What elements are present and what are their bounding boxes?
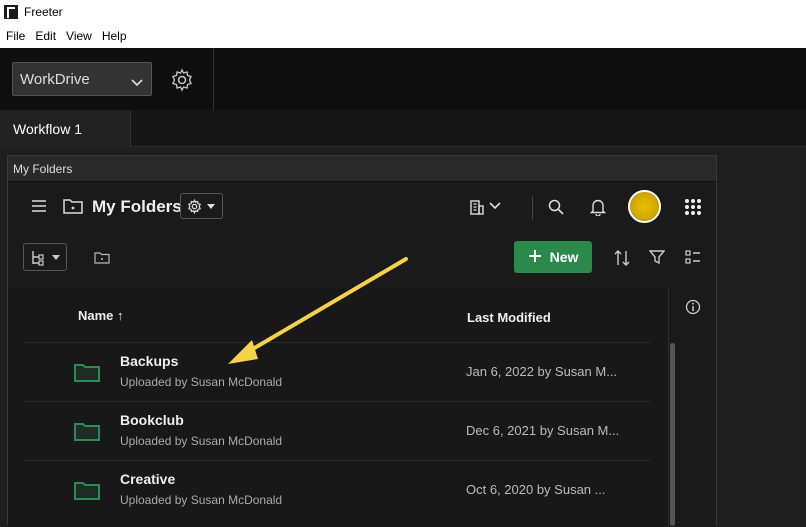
folder-icon bbox=[74, 362, 100, 387]
workspace-select-value: WorkDrive bbox=[20, 70, 90, 88]
filter-icon[interactable] bbox=[649, 249, 665, 265]
menu-help[interactable]: Help bbox=[102, 29, 127, 43]
folder-name[interactable]: Backups bbox=[120, 353, 178, 369]
folder-toolbar: New bbox=[8, 233, 716, 287]
scrollbar[interactable] bbox=[670, 343, 675, 526]
gear-icon[interactable] bbox=[170, 68, 194, 97]
folder-modified: Jan 6, 2022 by Susan M... bbox=[466, 364, 618, 379]
window-title: Freeter bbox=[24, 5, 63, 19]
new-button-label: New bbox=[549, 249, 579, 265]
folder-subtitle: Uploaded by Susan McDonald bbox=[120, 434, 283, 448]
table-row[interactable]: Backups Uploaded by Susan McDonald Jan 6… bbox=[25, 342, 650, 401]
list-settings-icon[interactable] bbox=[685, 249, 701, 265]
folder-modified: Oct 6, 2020 by Susan ... bbox=[466, 482, 606, 497]
workspace-select[interactable]: WorkDrive bbox=[12, 62, 152, 96]
tree-view-button[interactable] bbox=[23, 243, 67, 271]
tab-workflow-1[interactable]: Workflow 1 bbox=[0, 110, 131, 147]
gear-icon bbox=[187, 199, 202, 214]
workspace-bar: WorkDrive bbox=[0, 48, 806, 110]
folder-name[interactable]: Creative bbox=[120, 471, 175, 487]
details-rail bbox=[668, 287, 716, 527]
app-title: My Folders bbox=[92, 197, 182, 216]
plus-icon bbox=[528, 249, 542, 266]
caret-down-icon bbox=[207, 204, 215, 209]
folder-icon bbox=[74, 421, 100, 446]
folder-name[interactable]: Bookclub bbox=[120, 412, 184, 428]
folder-modified: Dec 6, 2021 by Susan M... bbox=[466, 423, 620, 438]
panel-header: My Folders bbox=[8, 156, 716, 182]
menu-bar: File Edit View Help bbox=[0, 24, 806, 48]
widget-panel: My Folders My Folders New Name ↑ Last Mo… bbox=[7, 155, 717, 527]
app-icon bbox=[4, 5, 18, 19]
avatar[interactable] bbox=[628, 190, 661, 223]
menu-file[interactable]: File bbox=[6, 29, 25, 43]
info-icon[interactable] bbox=[685, 299, 701, 315]
bell-icon[interactable] bbox=[590, 198, 606, 216]
tree-icon bbox=[31, 250, 45, 266]
table-row[interactable]: Creative Uploaded by Susan McDonald Oct … bbox=[25, 460, 650, 519]
chevron-down-icon bbox=[131, 74, 143, 91]
tabs-bar: Workflow 1 bbox=[0, 110, 806, 147]
divider bbox=[532, 196, 533, 220]
title-bar: Freeter bbox=[0, 0, 806, 24]
building-icon[interactable] bbox=[469, 199, 485, 215]
folder-settings-button[interactable] bbox=[180, 193, 223, 219]
folder-icon bbox=[62, 197, 84, 215]
search-icon[interactable] bbox=[548, 199, 564, 215]
file-list: Name ↑ Last Modified Backups Uploaded by… bbox=[8, 287, 668, 527]
new-button[interactable]: New bbox=[514, 241, 592, 273]
column-header-name[interactable]: Name ↑ bbox=[78, 308, 124, 323]
menu-view[interactable]: View bbox=[66, 29, 92, 43]
folder-icon bbox=[74, 480, 100, 505]
folder-subtitle: Uploaded by Susan McDonald bbox=[120, 493, 283, 507]
folder-subtitle: Uploaded by Susan McDonald bbox=[120, 375, 283, 389]
menu-edit[interactable]: Edit bbox=[35, 29, 56, 43]
app-header: My Folders bbox=[8, 183, 716, 233]
folder-icon[interactable] bbox=[94, 251, 110, 264]
hamburger-icon[interactable] bbox=[31, 199, 47, 213]
column-header-last-modified[interactable]: Last Modified bbox=[467, 310, 551, 325]
grid-icon[interactable] bbox=[684, 198, 702, 216]
table-row[interactable]: Bookclub Uploaded by Susan McDonald Dec … bbox=[25, 401, 650, 460]
divider bbox=[213, 48, 214, 110]
chevron-down-icon[interactable] bbox=[489, 202, 501, 210]
caret-down-icon bbox=[52, 255, 60, 260]
sort-icon[interactable] bbox=[614, 249, 630, 267]
